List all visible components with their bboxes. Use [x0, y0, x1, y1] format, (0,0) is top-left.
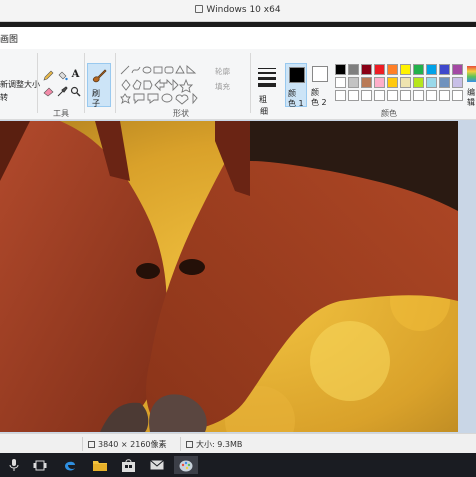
status-separator: [180, 437, 181, 451]
palette-swatch[interactable]: [413, 77, 424, 88]
text-tool[interactable]: A: [69, 68, 82, 81]
outline-dropdown[interactable]: 轮廓: [215, 66, 230, 77]
palette-swatch[interactable]: [348, 77, 359, 88]
palette-swatch[interactable]: [413, 64, 424, 75]
color1-swatch: [289, 67, 305, 83]
palette-swatch[interactable]: [361, 77, 372, 88]
task-view-icon[interactable]: [28, 456, 52, 474]
file-explorer-icon[interactable]: [88, 456, 112, 474]
size-line: [258, 68, 276, 69]
group-separator: [84, 53, 85, 113]
edit-colors-label-2: 辑: [467, 98, 475, 107]
magnifier-icon[interactable]: [69, 85, 82, 98]
status-bar: 3840 × 2160像素 大小: 9.3MB: [0, 433, 476, 453]
size-button[interactable]: 粗: [256, 63, 278, 107]
size-label-1: 粗: [259, 95, 267, 104]
palette-swatch[interactable]: [426, 90, 437, 101]
color1-button[interactable]: 颜 色 1: [285, 63, 307, 108]
shapes-icons: [120, 65, 198, 105]
image-dimensions-text: 3840 × 2160像素: [98, 440, 167, 449]
palette-swatch[interactable]: [387, 64, 398, 75]
size-line: [258, 77, 276, 80]
edit-colors-button[interactable]: 编 辑: [466, 63, 476, 107]
palette-swatch[interactable]: [387, 77, 398, 88]
palette-swatch[interactable]: [335, 64, 346, 75]
mail-icon[interactable]: [145, 456, 169, 474]
color2-label-1: 颜: [311, 88, 319, 97]
eraser-icon[interactable]: [42, 85, 55, 98]
palette-swatch[interactable]: [335, 90, 346, 101]
app-title-text: 画图: [0, 35, 19, 45]
color1-label-1: 颜: [288, 89, 296, 98]
palette-swatch[interactable]: [361, 90, 372, 101]
store-icon[interactable]: [116, 456, 140, 474]
brushes-label-1: 刷: [92, 89, 100, 98]
color1-label-2: 色 1: [288, 99, 304, 108]
shapes-group-label: 形状: [173, 109, 189, 118]
dimensions-icon: [88, 441, 95, 448]
colors-group-label: 颜色: [381, 109, 397, 118]
image-dimensions: 3840 × 2160像素: [88, 439, 167, 450]
brushes-button[interactable]: 刷 子: [87, 63, 111, 108]
resize-button[interactable]: 新调整大小: [0, 79, 40, 90]
vm-title-bar: Windows 10 x64: [0, 0, 476, 22]
palette-swatch[interactable]: [426, 77, 437, 88]
palette-swatch[interactable]: [400, 64, 411, 75]
ribbon: 新调整大小 转 A 工具 刷 子 轮廓 填充 形状 粗 细 颜 色 1 颜 色 …: [0, 49, 476, 120]
status-separator: [82, 437, 83, 451]
palette-swatch[interactable]: [439, 77, 450, 88]
palette-swatch[interactable]: [452, 90, 463, 101]
palette-swatch[interactable]: [426, 64, 437, 75]
file-size-text: 大小: 9.3MB: [196, 440, 243, 449]
palette-swatch[interactable]: [374, 77, 385, 88]
horses-photo: [0, 121, 458, 432]
vm-title: Windows 10 x64: [0, 5, 476, 15]
size-label-2: 细: [260, 107, 268, 116]
app-title-bar: 画图: [0, 27, 476, 49]
palette-swatch[interactable]: [387, 90, 398, 101]
paint-icon[interactable]: [174, 456, 198, 474]
vm-title-text: Windows 10 x64: [206, 5, 281, 15]
palette-swatch[interactable]: [348, 64, 359, 75]
palette-swatch[interactable]: [439, 90, 450, 101]
group-separator: [115, 53, 116, 113]
palette-swatch[interactable]: [452, 77, 463, 88]
group-separator: [37, 53, 38, 113]
canvas-image[interactable]: [0, 121, 458, 432]
edit-colors-label-1: 编: [467, 88, 475, 97]
palette-swatch[interactable]: [413, 90, 424, 101]
palette-swatch[interactable]: [374, 90, 385, 101]
taskbar: [0, 453, 476, 477]
shapes-gallery[interactable]: [120, 65, 210, 105]
file-size-icon: [186, 441, 193, 448]
color2-swatch: [312, 66, 328, 82]
fill-dropdown[interactable]: 填充: [215, 81, 230, 92]
palette-swatch[interactable]: [400, 90, 411, 101]
palette-swatch[interactable]: [439, 64, 450, 75]
fill-bucket-icon[interactable]: [56, 69, 69, 82]
file-size: 大小: 9.3MB: [186, 439, 242, 450]
size-line: [258, 83, 276, 87]
palette-swatch[interactable]: [348, 90, 359, 101]
group-separator: [250, 53, 251, 113]
palette-swatch[interactable]: [374, 64, 385, 75]
microphone-icon[interactable]: [2, 456, 26, 474]
color-picker-icon[interactable]: [56, 85, 69, 98]
color2-label-2: 色 2: [311, 98, 327, 107]
palette-swatch[interactable]: [335, 77, 346, 88]
tools-group-label: 工具: [53, 109, 69, 118]
palette-swatch[interactable]: [452, 64, 463, 75]
brush-icon: [91, 67, 108, 84]
pencil-icon[interactable]: [42, 69, 55, 82]
vm-window-icon: [195, 5, 204, 13]
size-line: [258, 72, 276, 74]
rotate-button[interactable]: 转: [0, 92, 8, 103]
edge-icon[interactable]: [58, 456, 82, 474]
color-wheel-icon: [467, 66, 476, 82]
brushes-label-2: 子: [92, 99, 100, 108]
palette-swatch[interactable]: [361, 64, 372, 75]
color2-button[interactable]: 颜 色 2: [309, 63, 331, 107]
palette-swatch[interactable]: [400, 77, 411, 88]
